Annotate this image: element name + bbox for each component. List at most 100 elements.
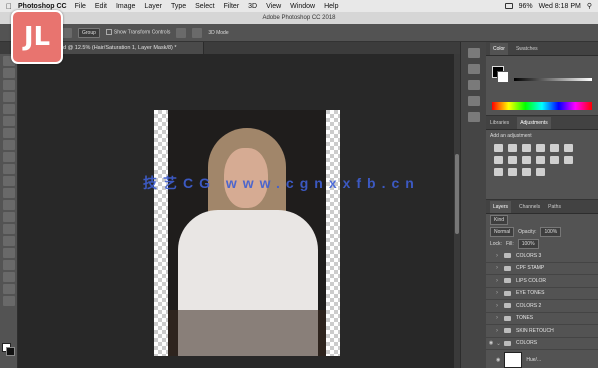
layer-row[interactable]: › SKIN RETOUCH bbox=[486, 325, 598, 338]
eyedropper-tool-icon[interactable] bbox=[2, 116, 15, 126]
layer-row[interactable]: › COLORS 2 bbox=[486, 300, 598, 313]
tab-adjustments[interactable]: Adjustments bbox=[517, 116, 551, 129]
eraser-tool-icon[interactable] bbox=[2, 176, 15, 186]
show-transform-option[interactable]: Show Transform Controls bbox=[105, 29, 170, 36]
layer-row[interactable]: › CPF STAMP bbox=[486, 263, 598, 275]
chevron-right-icon[interactable]: › bbox=[496, 315, 504, 321]
background-color-swatch[interactable] bbox=[6, 347, 15, 356]
menu-image[interactable]: Image bbox=[116, 3, 135, 10]
app-menu-name[interactable]: Photoshop CC bbox=[18, 3, 67, 10]
visibility-eye-icon[interactable]: ◉ bbox=[496, 357, 500, 363]
menu-type[interactable]: Type bbox=[171, 3, 186, 10]
tab-libraries[interactable]: Libraries bbox=[490, 120, 509, 126]
quick-select-tool-icon[interactable] bbox=[2, 92, 15, 102]
apple-icon[interactable]:  bbox=[0, 2, 18, 11]
menu-select[interactable]: Select bbox=[195, 3, 214, 10]
exposure-icon[interactable] bbox=[536, 144, 545, 152]
layer-row[interactable]: › EYE TONES bbox=[486, 288, 598, 300]
layer-row[interactable]: › TONES bbox=[486, 313, 598, 325]
more-tools-icon[interactable] bbox=[2, 296, 15, 306]
threshold-icon[interactable] bbox=[508, 168, 517, 176]
menu-edit[interactable]: Edit bbox=[95, 3, 107, 10]
path-select-icon[interactable] bbox=[2, 248, 15, 258]
tab-channels[interactable]: Channels bbox=[519, 204, 540, 210]
align-icon[interactable] bbox=[176, 27, 187, 38]
tab-layers[interactable]: Layers bbox=[490, 200, 512, 213]
gradient-map-icon[interactable] bbox=[522, 168, 531, 176]
layer-row[interactable]: › COLORS 3 bbox=[486, 250, 598, 263]
gradient-tool-icon[interactable] bbox=[2, 188, 15, 198]
hand-tool-icon[interactable] bbox=[2, 272, 15, 282]
crop-tool-icon[interactable] bbox=[2, 104, 15, 114]
layer-row[interactable]: ◉ ⌄ COLORS bbox=[486, 338, 598, 350]
type-tool-icon[interactable] bbox=[2, 236, 15, 246]
chevron-right-icon[interactable]: › bbox=[496, 290, 504, 296]
character-panel-icon[interactable] bbox=[467, 96, 480, 106]
canvas-area[interactable] bbox=[18, 54, 460, 368]
properties-panel-icon[interactable] bbox=[467, 64, 480, 74]
battery-percent[interactable]: 96% bbox=[519, 3, 533, 10]
brush-tool-icon[interactable] bbox=[2, 140, 15, 150]
menu-window[interactable]: Window bbox=[290, 3, 315, 10]
shape-tool-icon[interactable] bbox=[2, 260, 15, 270]
auto-select-dropdown[interactable]: Group bbox=[78, 27, 100, 38]
curves-icon[interactable] bbox=[522, 144, 531, 152]
history-panel-icon[interactable] bbox=[467, 48, 480, 58]
checkbox-icon[interactable] bbox=[105, 29, 112, 36]
brightness-icon[interactable] bbox=[494, 144, 503, 152]
search-icon[interactable]: ⚲ bbox=[587, 2, 592, 10]
scrollbar-thumb[interactable] bbox=[455, 154, 459, 234]
menu-3d[interactable]: 3D bbox=[248, 3, 257, 10]
black-white-icon[interactable] bbox=[508, 156, 517, 164]
document-canvas[interactable] bbox=[154, 110, 340, 356]
vibrance-icon[interactable] bbox=[550, 144, 559, 152]
move-tool-icon[interactable] bbox=[62, 27, 72, 38]
chevron-down-icon[interactable]: ⌄ bbox=[496, 340, 504, 347]
menu-filter[interactable]: Filter bbox=[224, 3, 240, 10]
chevron-right-icon[interactable]: › bbox=[496, 278, 504, 284]
menu-help[interactable]: Help bbox=[324, 3, 338, 10]
layer-mask-thumbnail[interactable] bbox=[504, 352, 523, 368]
tab-swatches[interactable]: Swatches bbox=[516, 46, 538, 52]
color-lookup-icon[interactable] bbox=[550, 156, 559, 164]
layer-row[interactable]: › LIPS COLOR bbox=[486, 275, 598, 288]
posterize-icon[interactable] bbox=[494, 168, 503, 176]
blur-tool-icon[interactable] bbox=[2, 200, 15, 210]
tab-color[interactable]: Color bbox=[490, 42, 508, 55]
history-brush-icon[interactable] bbox=[2, 164, 15, 174]
color-background-swatch[interactable] bbox=[497, 71, 509, 83]
brush-panel-icon[interactable] bbox=[467, 80, 480, 90]
menu-view[interactable]: View bbox=[266, 3, 281, 10]
photo-filter-icon[interactable] bbox=[522, 156, 531, 164]
layer-kind-filter[interactable]: Kind bbox=[490, 215, 509, 225]
dodge-tool-icon[interactable] bbox=[2, 212, 15, 222]
chevron-right-icon[interactable]: › bbox=[496, 265, 504, 271]
levels-icon[interactable] bbox=[508, 144, 517, 152]
adjustment-layer-row[interactable]: ◉ Hue/... bbox=[486, 350, 598, 368]
visibility-eye-icon[interactable]: ◉ bbox=[486, 340, 496, 346]
tab-paths[interactable]: Paths bbox=[548, 204, 561, 210]
selective-color-icon[interactable] bbox=[536, 168, 545, 176]
clock[interactable]: Wed 8:18 PM bbox=[539, 3, 581, 10]
distribute-icon[interactable] bbox=[192, 27, 203, 38]
fill-input[interactable]: 100% bbox=[517, 239, 539, 249]
document-tab[interactable]: ed @ 12.5% (Hair/Saturation 1, Layer Mas… bbox=[54, 42, 204, 54]
healing-brush-icon[interactable] bbox=[2, 128, 15, 138]
color-balance-icon[interactable] bbox=[494, 156, 503, 164]
hue-saturation-icon[interactable] bbox=[564, 144, 573, 152]
channel-mixer-icon[interactable] bbox=[536, 156, 545, 164]
invert-icon[interactable] bbox=[564, 156, 573, 164]
menu-file[interactable]: File bbox=[75, 3, 86, 10]
lasso-tool-icon[interactable] bbox=[2, 80, 15, 90]
paragraph-panel-icon[interactable] bbox=[467, 112, 480, 122]
brightness-slider[interactable] bbox=[514, 78, 592, 81]
chevron-right-icon[interactable]: › bbox=[496, 253, 504, 259]
menu-layer[interactable]: Layer bbox=[144, 3, 162, 10]
opacity-input[interactable]: 100% bbox=[540, 227, 562, 237]
marquee-tool-icon[interactable] bbox=[2, 68, 15, 78]
clone-stamp-icon[interactable] bbox=[2, 152, 15, 162]
wifi-icon[interactable] bbox=[504, 3, 513, 9]
color-spectrum[interactable] bbox=[492, 102, 592, 110]
pen-tool-icon[interactable] bbox=[2, 224, 15, 234]
zoom-tool-icon[interactable] bbox=[2, 284, 15, 294]
